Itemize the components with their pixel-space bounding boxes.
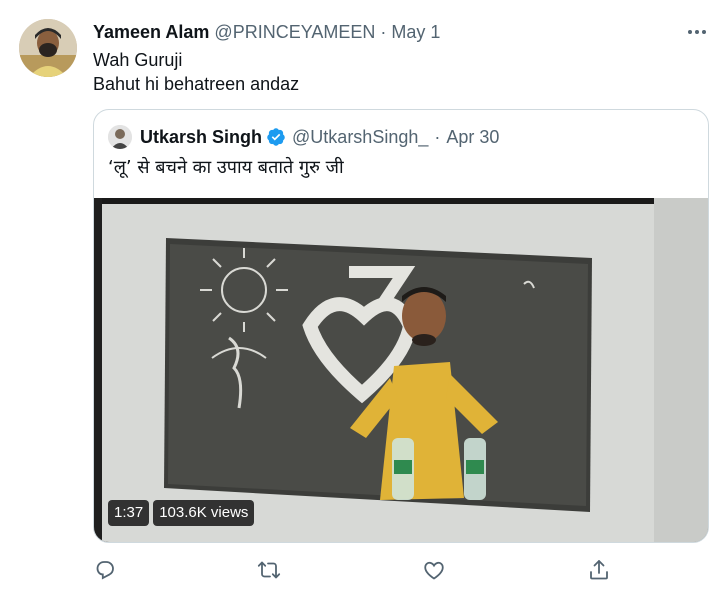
video-badges: 1:37 103.6K views bbox=[108, 500, 255, 526]
reply-icon[interactable] bbox=[93, 558, 117, 582]
quoted-avatar[interactable] bbox=[108, 125, 132, 149]
video-duration: 1:37 bbox=[108, 500, 150, 526]
quoted-tweet-date[interactable]: Apr 30 bbox=[446, 127, 499, 148]
user-avatar[interactable] bbox=[19, 19, 77, 77]
author-name[interactable]: Yameen Alam bbox=[93, 22, 209, 42]
tweet-text: Wah Guruji Bahut hi behatreen andaz bbox=[93, 48, 299, 96]
quoted-tweet-header: Utkarsh Singh @UtkarshSingh_ · Apr 30 bbox=[108, 124, 499, 150]
heart-icon[interactable] bbox=[422, 558, 446, 582]
quoted-author-name[interactable]: Utkarsh Singh bbox=[140, 127, 262, 148]
video-thumbnail bbox=[94, 198, 708, 542]
share-icon[interactable] bbox=[587, 558, 611, 582]
author-handle[interactable]: @PRINCEYAMEEN bbox=[214, 22, 375, 42]
tweet-text-line: Wah Guruji bbox=[93, 50, 183, 70]
ellipsis-icon[interactable] bbox=[684, 20, 710, 44]
tweet-header: Yameen Alam @PRINCEYAMEEN · May 1 bbox=[93, 20, 440, 44]
quoted-tweet-text: ‘लू’ से बचने का उपाय बताते गुरु जी bbox=[108, 157, 344, 178]
quoted-author-handle[interactable]: @UtkarshSingh_ bbox=[292, 127, 428, 148]
tweet-date[interactable]: May 1 bbox=[391, 22, 440, 42]
separator-dot: · bbox=[434, 126, 441, 147]
tweet-actions bbox=[93, 558, 633, 584]
video-player[interactable]: 1:37 103.6K views bbox=[94, 198, 708, 542]
tweet-text-line: Bahut hi behatreen andaz bbox=[93, 74, 300, 94]
quoted-tweet[interactable]: Utkarsh Singh @UtkarshSingh_ · Apr 30 ‘ल… bbox=[93, 109, 709, 543]
separator-dot: · bbox=[380, 22, 387, 42]
tweet[interactable]: Yameen Alam @PRINCEYAMEEN · May 1 Wah Gu… bbox=[0, 0, 720, 594]
verified-badge-icon bbox=[267, 128, 285, 146]
video-views: 103.6K views bbox=[153, 500, 255, 526]
retweet-icon[interactable] bbox=[257, 558, 281, 582]
